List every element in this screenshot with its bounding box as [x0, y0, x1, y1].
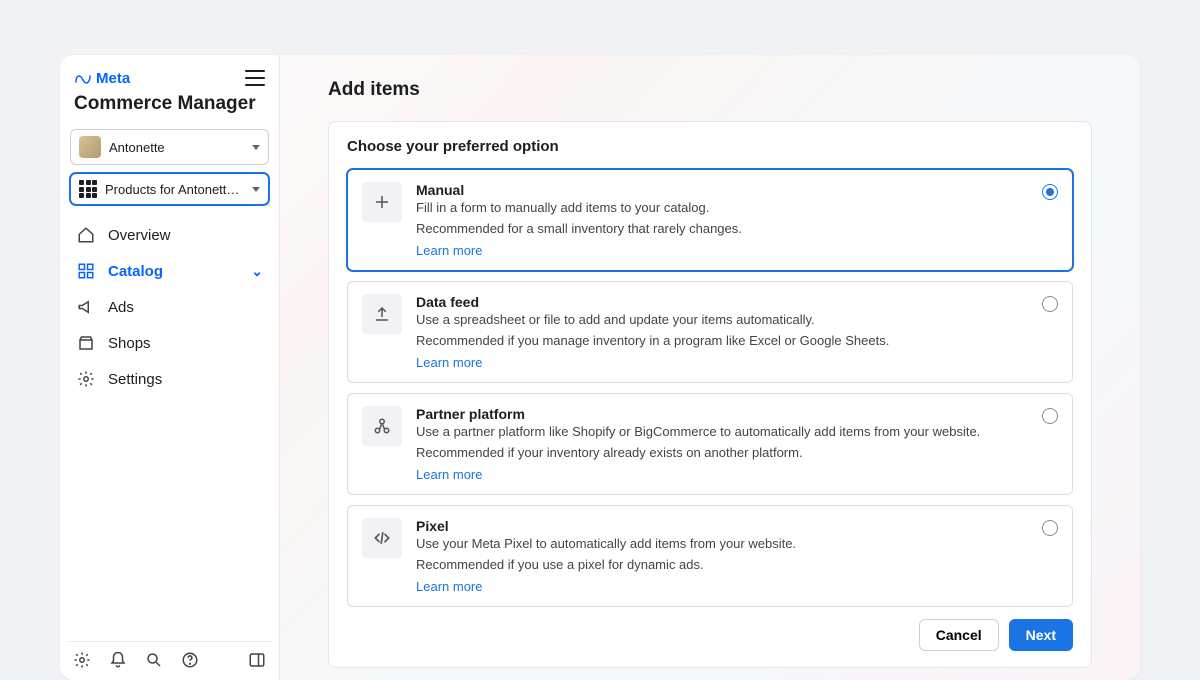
meta-logo-icon: [74, 69, 92, 87]
sidebar-item-shops[interactable]: Shops: [68, 325, 271, 361]
catalog-icon: [76, 261, 96, 281]
learn-more-link[interactable]: Learn more: [416, 467, 482, 482]
sidebar-item-catalog[interactable]: Catalog ⌄: [68, 253, 271, 289]
hamburger-menu-icon[interactable]: [245, 70, 265, 86]
gear-icon[interactable]: [72, 650, 92, 670]
option-description: Use a spreadsheet or file to add and upd…: [416, 312, 1028, 327]
gear-icon: [76, 369, 96, 389]
megaphone-icon: [76, 297, 96, 317]
next-button[interactable]: Next: [1009, 619, 1073, 651]
home-icon: [76, 225, 96, 245]
radio-indicator: [1042, 520, 1058, 536]
panel-toggle-icon[interactable]: [247, 650, 267, 670]
chevron-down-icon: ⌄: [251, 263, 263, 280]
plus-icon: [362, 182, 402, 222]
account-avatar-icon: [79, 136, 101, 158]
learn-more-link[interactable]: Learn more: [416, 355, 482, 370]
sidebar-item-overview[interactable]: Overview: [68, 217, 271, 253]
option-pixel[interactable]: Pixel Use your Meta Pixel to automatical…: [347, 505, 1073, 607]
account-selector-label: Antonette: [109, 140, 165, 155]
card-header: Choose your preferred option: [347, 138, 1073, 155]
learn-more-link[interactable]: Learn more: [416, 243, 482, 258]
option-title: Partner platform: [416, 406, 1028, 422]
app-shell: Meta Commerce Manager Antonette Products…: [60, 55, 1140, 680]
catalog-selector-label: Products for Antonette pers...: [105, 182, 244, 197]
cancel-button[interactable]: Cancel: [919, 619, 999, 651]
option-description: Fill in a form to manually add items to …: [416, 200, 1028, 215]
option-recommendation: Recommended for a small inventory that r…: [416, 221, 1028, 236]
sidebar-bottom-bar: [68, 641, 271, 670]
brand-name: Meta: [96, 70, 130, 87]
option-title: Pixel: [416, 518, 1028, 534]
option-recommendation: Recommended if your inventory already ex…: [416, 445, 1028, 460]
shop-icon: [76, 333, 96, 353]
option-partner-platform[interactable]: Partner platform Use a partner platform …: [347, 393, 1073, 495]
sidebar-item-label: Overview: [108, 227, 263, 244]
main-content: Add items Choose your preferred option M…: [280, 55, 1140, 680]
option-description: Use your Meta Pixel to automatically add…: [416, 536, 1028, 551]
option-recommendation: Recommended if you use a pixel for dynam…: [416, 557, 1028, 572]
app-title: Commerce Manager: [68, 93, 271, 125]
option-manual[interactable]: Manual Fill in a form to manually add it…: [347, 169, 1073, 271]
radio-indicator: [1042, 408, 1058, 424]
sidebar-item-settings[interactable]: Settings: [68, 361, 271, 397]
sidebar-item-ads[interactable]: Ads: [68, 289, 271, 325]
option-description: Use a partner platform like Shopify or B…: [416, 424, 1028, 439]
help-icon[interactable]: [180, 650, 200, 670]
account-selector[interactable]: Antonette: [70, 129, 269, 165]
brand-row: Meta: [68, 65, 271, 93]
chevron-down-icon: [252, 145, 260, 150]
option-title: Data feed: [416, 294, 1028, 310]
learn-more-link[interactable]: Learn more: [416, 579, 482, 594]
option-data-feed[interactable]: Data feed Use a spreadsheet or file to a…: [347, 281, 1073, 383]
chevron-down-icon: [252, 187, 260, 192]
sidebar-nav: Overview Catalog ⌄ Ads Shops: [68, 217, 271, 397]
bell-icon[interactable]: [108, 650, 128, 670]
radio-indicator: [1042, 296, 1058, 312]
code-icon: [362, 518, 402, 558]
option-recommendation: Recommended if you manage inventory in a…: [416, 333, 1028, 348]
radio-indicator: [1042, 184, 1058, 200]
upload-icon: [362, 294, 402, 334]
sidebar-item-label: Ads: [108, 299, 263, 316]
options-card: Choose your preferred option Manual Fill…: [328, 121, 1092, 668]
page-title: Add items: [328, 79, 1092, 101]
meta-brand: Meta: [74, 69, 130, 87]
sidebar: Meta Commerce Manager Antonette Products…: [60, 55, 280, 680]
grid-icon: [79, 180, 97, 198]
card-footer: Cancel Next: [347, 619, 1073, 651]
search-icon[interactable]: [144, 650, 164, 670]
sidebar-item-label: Settings: [108, 371, 263, 388]
catalog-selector[interactable]: Products for Antonette pers...: [70, 173, 269, 205]
sidebar-item-label: Catalog: [108, 263, 239, 280]
sidebar-item-label: Shops: [108, 335, 263, 352]
option-title: Manual: [416, 182, 1028, 198]
integration-icon: [362, 406, 402, 446]
